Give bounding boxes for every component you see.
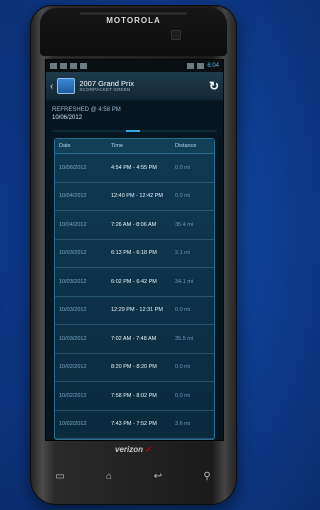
- row-date: 10/02/2012: [59, 421, 87, 428]
- table-row[interactable]: 10/03/2012 7:02 AM - 7:48 AM 35.5 mi ›: [55, 325, 214, 354]
- status-left-icons: [50, 63, 87, 69]
- row-time: 7:26 AM - 8:06 AM: [111, 221, 157, 228]
- table-row[interactable]: 10/02/2012 7:43 PM - 7:52 PM 3.6 mi ›: [55, 411, 214, 439]
- android-nav-bar: ▭ ⌂ ↩ ⚲: [50, 467, 217, 485]
- row-time: 7:43 PM - 7:52 PM: [111, 421, 157, 428]
- row-date: 10/04/2012: [59, 221, 87, 228]
- chevron-right-icon[interactable]: ›: [219, 192, 223, 201]
- back-chevron-icon[interactable]: ‹: [50, 81, 53, 92]
- progress-track: [52, 130, 217, 132]
- row-distance: 3.6 mi: [175, 421, 190, 428]
- chevron-right-icon[interactable]: ›: [219, 306, 223, 315]
- row-date: 10/04/2012: [59, 193, 87, 200]
- row-time: 7:58 PM - 8:02 PM: [111, 392, 157, 399]
- menu-icon[interactable]: ▭: [50, 471, 70, 482]
- table-row[interactable]: 10/03/2012 12:29 PM - 12:31 PM 0.0 mi ›: [55, 297, 214, 325]
- chevron-right-icon[interactable]: ›: [219, 163, 223, 172]
- refresh-icon[interactable]: ↻: [209, 79, 219, 93]
- signal-icon: [80, 63, 87, 69]
- refreshed-info: REFRESHED @ 4:58 PM 10/06/2012: [52, 107, 217, 122]
- battery-icon: [197, 63, 205, 69]
- header-date: Date: [59, 143, 71, 149]
- row-distance: 35.5 mi: [175, 335, 194, 342]
- row-time: 4:54 PM - 4:55 PM: [111, 164, 157, 171]
- table-header: Date Time Distance: [55, 139, 214, 154]
- row-time: 6:13 PM - 6:18 PM: [111, 250, 157, 257]
- chevron-right-icon[interactable]: ›: [219, 220, 223, 229]
- phone-top-bezel: MOTOROLA: [40, 8, 227, 56]
- carrier-name: verizon: [115, 445, 144, 454]
- status-right-icons: 6:04: [187, 63, 219, 69]
- row-distance: 0.0 mi: [175, 193, 190, 200]
- row-time: 7:02 AM - 7:48 AM: [111, 335, 157, 342]
- row-time: 12:40 PM - 12:42 PM: [111, 193, 163, 200]
- row-date: 10/03/2012: [59, 335, 87, 342]
- settings-icon: [70, 63, 77, 69]
- table-row[interactable]: 10/04/2012 12:40 PM - 12:42 PM 0.0 mi ›: [55, 183, 214, 211]
- table-row[interactable]: 10/03/2012 6:13 PM - 6:18 PM 2.1 mi ›: [55, 240, 214, 268]
- chevron-right-icon[interactable]: ›: [219, 420, 223, 429]
- chevron-right-icon[interactable]: ›: [219, 363, 223, 372]
- image-icon: [50, 63, 57, 69]
- row-time: 6:02 PM - 6:42 PM: [111, 278, 157, 285]
- row-date: 10/03/2012: [59, 307, 87, 314]
- table-row[interactable]: 10/03/2012 6:02 PM - 6:42 PM 34.1 mi ›: [55, 268, 214, 297]
- header-distance: Distance: [175, 143, 197, 149]
- wifi-icon: [187, 63, 195, 69]
- row-distance: 0.0 mi: [175, 392, 190, 399]
- row-date: 10/02/2012: [59, 364, 87, 371]
- back-icon[interactable]: ↩: [148, 471, 168, 482]
- table-row[interactable]: 10/06/2012 4:54 PM - 4:55 PM 0.0 mi ›: [55, 154, 214, 183]
- row-distance: 35.4 mi: [175, 221, 194, 228]
- chevron-right-icon[interactable]: ›: [219, 277, 223, 286]
- status-time: 6:04: [207, 63, 219, 69]
- row-distance: 34.1 mi: [175, 278, 194, 285]
- vehicle-title[interactable]: 2007 Grand Prix SCORPACKET GREEN: [79, 79, 205, 93]
- app-screen: 6:04 ‹ 2007 Grand Prix SCORPACKET GREEN …: [45, 59, 224, 441]
- carrier-check-icon: ✓: [145, 445, 152, 454]
- row-date: 10/02/2012: [59, 392, 87, 399]
- row-date: 10/03/2012: [59, 250, 87, 257]
- app-bar: ‹ 2007 Grand Prix SCORPACKET GREEN ↻: [46, 72, 223, 101]
- header-time: Time: [111, 143, 124, 149]
- row-time: 12:29 PM - 12:31 PM: [111, 307, 163, 314]
- chevron-right-icon[interactable]: ›: [219, 391, 223, 400]
- progress-indicator: [126, 130, 141, 132]
- row-distance: 0.0 mi: [175, 164, 190, 171]
- refreshed-label: REFRESHED @ 4:58 PM: [52, 107, 121, 113]
- row-date: 10/06/2012: [59, 164, 87, 171]
- vehicle-subtitle: SCORPACKET GREEN: [79, 86, 131, 92]
- row-time: 8:20 PM - 8:20 PM: [111, 364, 157, 371]
- row-distance: 2.1 mi: [175, 250, 190, 257]
- phone-frame: MOTOROLA 6:04 ‹ 2007 Grand Prix SCORPACK…: [30, 5, 237, 505]
- speaker-grille: [80, 12, 187, 15]
- trips-table: Date Time Distance 10/06/2012 4:54 PM - …: [54, 138, 215, 440]
- row-distance: 0.0 mi: [175, 307, 190, 314]
- search-icon[interactable]: ⚲: [197, 471, 217, 482]
- vehicle-logo-icon[interactable]: [57, 78, 76, 94]
- brand-logo: MOTOROLA: [106, 16, 161, 25]
- carrier-logo: verizon ✓: [30, 445, 237, 454]
- home-icon[interactable]: ⌂: [99, 471, 119, 482]
- status-bar: 6:04: [46, 60, 223, 72]
- chevron-right-icon[interactable]: ›: [219, 334, 223, 343]
- row-date: 10/03/2012: [59, 278, 87, 285]
- table-row[interactable]: 10/02/2012 7:58 PM - 8:02 PM 0.0 mi ›: [55, 382, 214, 411]
- table-row[interactable]: 10/04/2012 7:26 AM - 8:06 AM 35.4 mi ›: [55, 211, 214, 240]
- row-distance: 0.0 mi: [175, 364, 190, 371]
- camera-sensor-icon: [171, 30, 181, 40]
- table-row[interactable]: 10/02/2012 8:20 PM - 8:20 PM 0.0 mi ›: [55, 354, 214, 382]
- trips-content: REFRESHED @ 4:58 PM 10/06/2012 Date Time…: [46, 101, 223, 440]
- refreshed-date: 10/06/2012: [52, 114, 83, 121]
- bag-icon: [60, 63, 67, 69]
- chevron-right-icon[interactable]: ›: [219, 249, 223, 258]
